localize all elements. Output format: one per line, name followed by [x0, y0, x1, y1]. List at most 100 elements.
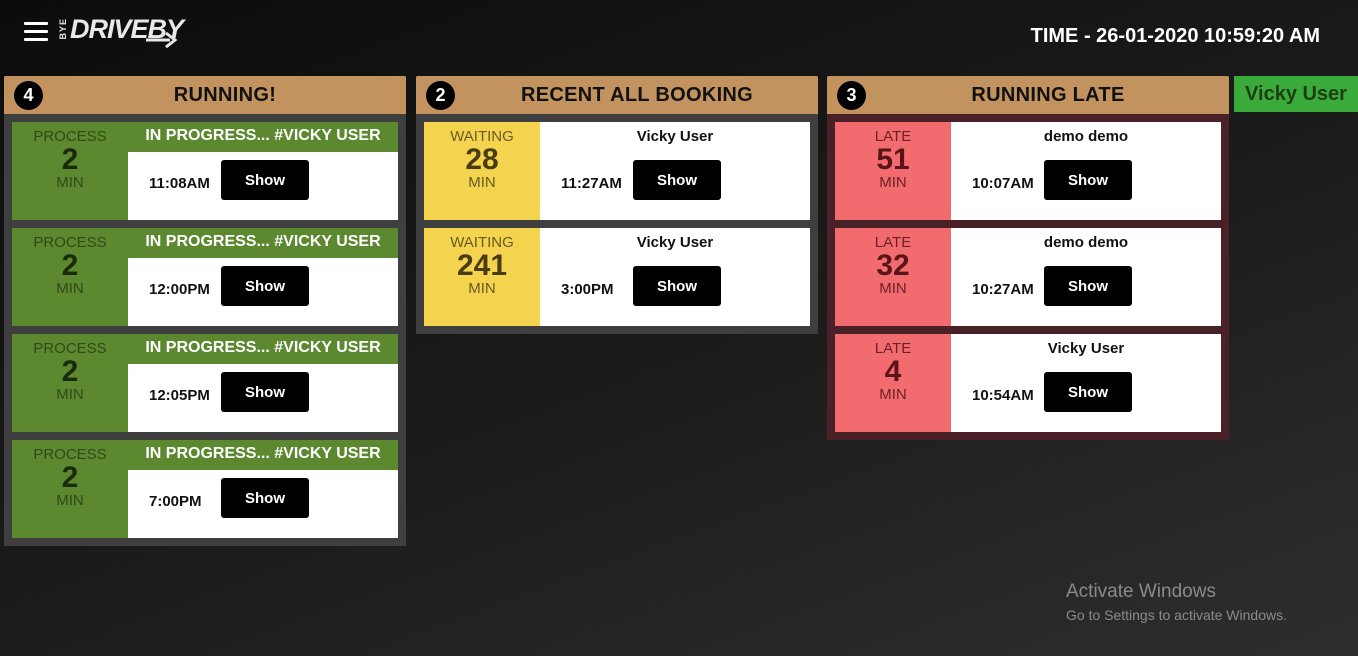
card-body: Vicky User 3:00PM Show [540, 228, 810, 326]
card-status: LATE [874, 340, 912, 357]
show-button[interactable]: Show [1044, 266, 1132, 306]
running-card: PROCESS 2 MIN IN PROGRESS... #VICKY USER… [12, 334, 398, 432]
card-status: LATE [874, 234, 912, 251]
card-unit: MIN [56, 492, 84, 509]
progress-label: IN PROGRESS... #VICKY USER [128, 228, 398, 258]
user-badge[interactable]: Vicky User [1234, 76, 1358, 112]
card-body: IN PROGRESS... #VICKY USER 11:08AM Show [128, 122, 398, 220]
card-body: IN PROGRESS... #VICKY USER 12:05PM Show [128, 334, 398, 432]
card-minutes: 2 [61, 355, 79, 388]
running-column-header: 4 RUNNING! [4, 76, 406, 114]
clock-display: TIME - 26-01-2020 10:59:20 AM [1030, 25, 1320, 47]
booking-column-title: RECENT ALL BOOKING [520, 84, 754, 106]
running-card: PROCESS 2 MIN IN PROGRESS... #VICKY USER… [12, 122, 398, 220]
card-minutes: 28 [465, 143, 499, 176]
show-button[interactable]: Show [221, 160, 309, 200]
customer-name: demo demo [1043, 128, 1129, 145]
card-minutes: 2 [61, 143, 79, 176]
card-unit: MIN [468, 174, 496, 191]
card-unit: MIN [56, 280, 84, 297]
late-count-badge: 3 [837, 81, 866, 110]
show-button[interactable]: Show [633, 266, 721, 306]
card-duration: PROCESS 2 MIN [12, 334, 128, 432]
arrow-right-icon [146, 31, 178, 48]
running-count-badge: 4 [14, 81, 43, 110]
card-duration: WAITING 241 MIN [424, 228, 540, 326]
late-column-header: 3 RUNNING LATE [827, 76, 1229, 114]
show-button[interactable]: Show [221, 266, 309, 306]
late-column: 3 RUNNING LATE LATE 51 MIN demo demo 10:… [827, 76, 1229, 440]
card-minutes: 241 [456, 249, 508, 282]
show-button[interactable]: Show [221, 372, 309, 412]
late-card: LATE 51 MIN demo demo 10:07AM Show [835, 122, 1221, 220]
card-status: WAITING [450, 128, 514, 145]
running-column-title: RUNNING! [173, 84, 277, 106]
booking-card: WAITING 28 MIN Vicky User 11:27AM Show [424, 122, 810, 220]
logo-small-text: BYE [58, 18, 68, 40]
card-time: 7:00PM [149, 493, 202, 510]
app-header: BYE DRIVEBY TIME - 26-01-2020 10:59:20 A… [0, 0, 1358, 70]
card-body: IN PROGRESS... #VICKY USER 12:00PM Show [128, 228, 398, 326]
card-minutes: 51 [876, 143, 910, 176]
card-duration: PROCESS 2 MIN [12, 440, 128, 538]
card-time: 10:54AM [972, 387, 1034, 404]
card-status: LATE [874, 128, 912, 145]
show-button[interactable]: Show [221, 478, 309, 518]
card-minutes: 32 [876, 249, 910, 282]
card-duration: LATE 32 MIN [835, 228, 951, 326]
late-column-title: RUNNING LATE [971, 84, 1125, 106]
booking-column: 2 RECENT ALL BOOKING WAITING 28 MIN Vick… [416, 76, 818, 334]
progress-label: IN PROGRESS... #VICKY USER [128, 122, 398, 152]
running-card: PROCESS 2 MIN IN PROGRESS... #VICKY USER… [12, 228, 398, 326]
card-duration: PROCESS 2 MIN [12, 228, 128, 326]
watermark-subtitle: Go to Settings to activate Windows. [1066, 607, 1287, 623]
booking-card: WAITING 241 MIN Vicky User 3:00PM Show [424, 228, 810, 326]
card-status: WAITING [450, 234, 514, 251]
progress-label: IN PROGRESS... #VICKY USER [128, 334, 398, 364]
customer-name: Vicky User [636, 234, 714, 251]
card-body: Vicky User 10:54AM Show [951, 334, 1221, 432]
customer-name: Vicky User [636, 128, 714, 145]
customer-name: demo demo [1043, 234, 1129, 251]
watermark-title: Activate Windows [1066, 581, 1216, 602]
card-unit: MIN [468, 280, 496, 297]
card-minutes: 4 [884, 355, 902, 388]
card-minutes: 2 [61, 249, 79, 282]
card-time: 12:00PM [149, 281, 210, 298]
running-column: 4 RUNNING! PROCESS 2 MIN IN PROGRESS... … [4, 76, 406, 546]
card-unit: MIN [879, 174, 907, 191]
card-time: 12:05PM [149, 387, 210, 404]
show-button[interactable]: Show [1044, 372, 1132, 412]
card-unit: MIN [56, 174, 84, 191]
card-duration: LATE 51 MIN [835, 122, 951, 220]
card-time: 11:27AM [561, 175, 622, 192]
booking-count-badge: 2 [426, 81, 455, 110]
card-time: 11:08AM [149, 175, 210, 192]
card-time: 3:00PM [561, 281, 614, 298]
card-unit: MIN [879, 280, 907, 297]
card-status: PROCESS [33, 340, 107, 357]
card-duration: LATE 4 MIN [835, 334, 951, 432]
card-body: demo demo 10:07AM Show [951, 122, 1221, 220]
card-status: PROCESS [33, 234, 107, 251]
booking-column-header: 2 RECENT ALL BOOKING [416, 76, 818, 114]
user-badge-label: Vicky User [1245, 83, 1347, 105]
card-duration: WAITING 28 MIN [424, 122, 540, 220]
card-body: IN PROGRESS... #VICKY USER 7:00PM Show [128, 440, 398, 538]
late-card: LATE 4 MIN Vicky User 10:54AM Show [835, 334, 1221, 432]
activate-windows-watermark: Activate Windows Go to Settings to activ… [1066, 581, 1287, 623]
late-card: LATE 32 MIN demo demo 10:27AM Show [835, 228, 1221, 326]
show-button[interactable]: Show [1044, 160, 1132, 200]
card-time: 10:27AM [972, 281, 1034, 298]
customer-name: Vicky User [1047, 340, 1125, 357]
card-status: PROCESS [33, 446, 107, 463]
show-button[interactable]: Show [633, 160, 721, 200]
card-body: demo demo 10:27AM Show [951, 228, 1221, 326]
hamburger-icon[interactable] [24, 22, 48, 42]
card-duration: PROCESS 2 MIN [12, 122, 128, 220]
card-status: PROCESS [33, 128, 107, 145]
card-unit: MIN [56, 386, 84, 403]
card-minutes: 2 [61, 461, 79, 494]
running-card: PROCESS 2 MIN IN PROGRESS... #VICKY USER… [12, 440, 398, 538]
card-time: 10:07AM [972, 175, 1034, 192]
